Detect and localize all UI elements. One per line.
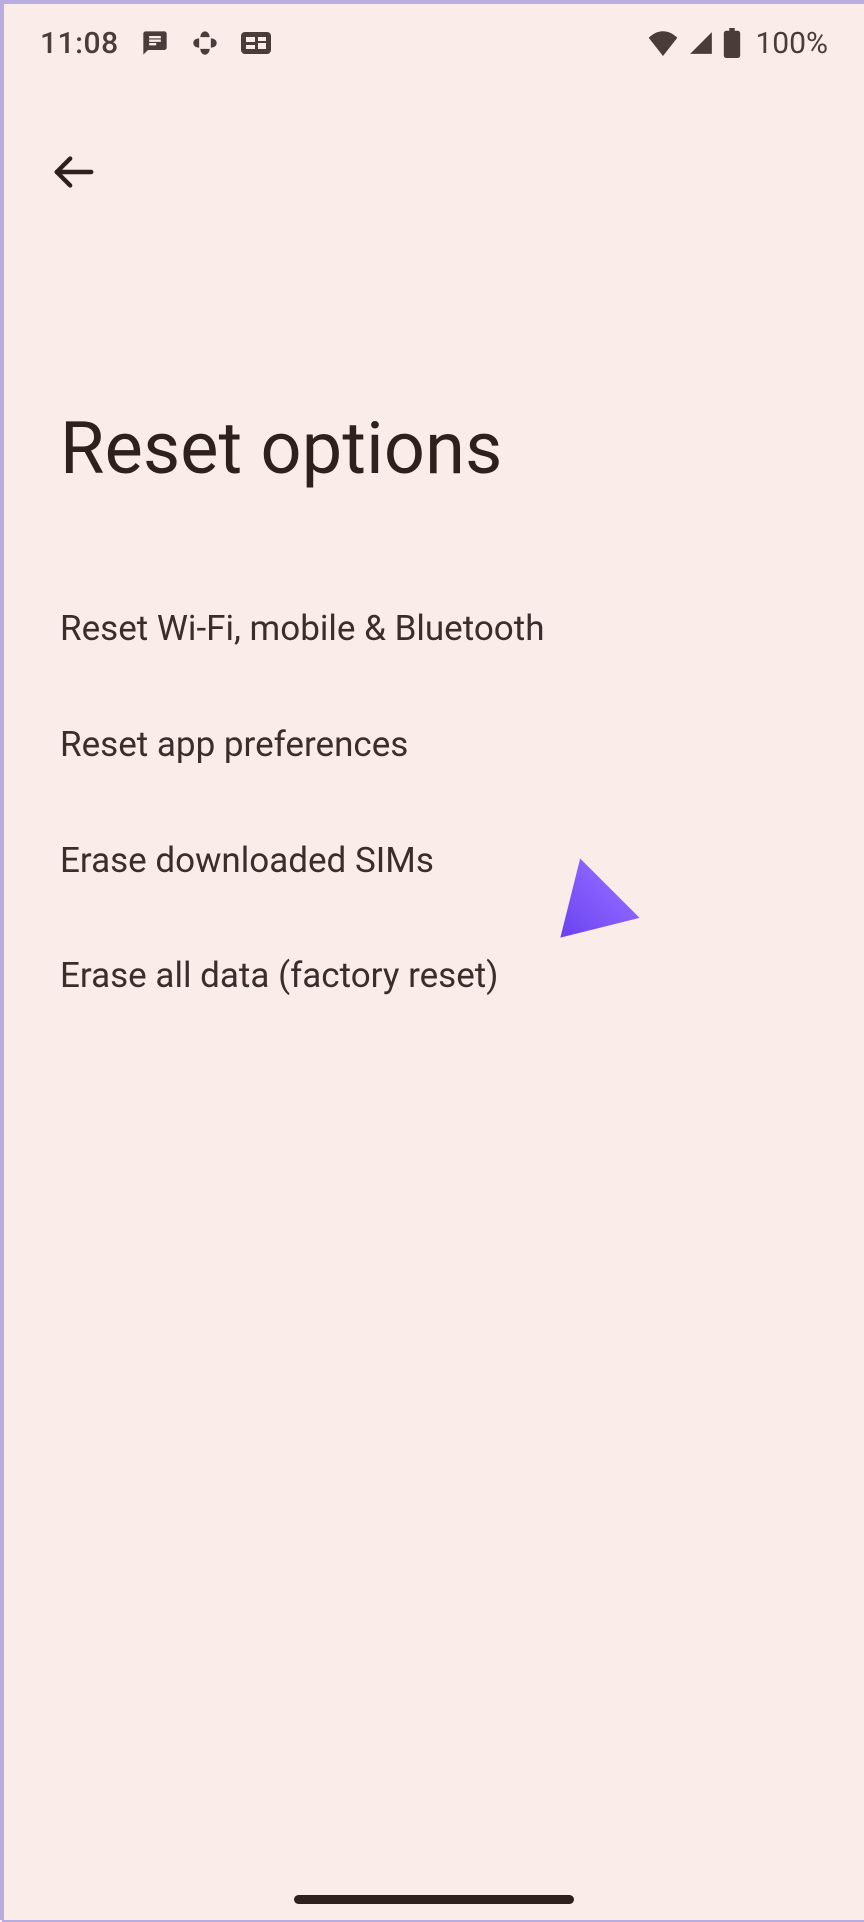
news-notification-icon (241, 32, 271, 54)
message-notification-icon (141, 29, 169, 57)
page-title: Reset options (4, 206, 864, 571)
gesture-nav-bar[interactable] (4, 1895, 864, 1904)
option-label: Reset app preferences (60, 724, 408, 765)
status-bar-left: 11:08 (40, 26, 271, 61)
status-time: 11:08 (40, 26, 119, 61)
arrow-back-icon (51, 149, 97, 199)
back-button[interactable] (42, 142, 106, 206)
option-erase-all-data-factory-reset[interactable]: Erase all data (factory reset) (4, 918, 864, 1034)
option-label: Reset Wi-Fi, mobile & Bluetooth (60, 608, 545, 649)
cellular-signal-icon (687, 30, 715, 56)
gesture-bar-pill (294, 1895, 574, 1904)
option-erase-downloaded-sims[interactable]: Erase downloaded SIMs (4, 803, 864, 919)
option-reset-app-preferences[interactable]: Reset app preferences (4, 687, 864, 803)
reset-options-list: Reset Wi-Fi, mobile & Bluetooth Reset ap… (4, 571, 864, 1034)
option-label: Erase all data (factory reset) (60, 955, 498, 996)
toolbar (4, 82, 864, 206)
photos-pinwheel-icon (191, 29, 219, 57)
wifi-icon (647, 30, 679, 56)
option-reset-wifi-mobile-bluetooth[interactable]: Reset Wi-Fi, mobile & Bluetooth (4, 571, 864, 687)
battery-percent: 100% (755, 26, 828, 61)
status-bar: 11:08 100% (4, 4, 864, 82)
battery-icon (723, 28, 741, 58)
status-bar-right: 100% (647, 26, 828, 61)
option-label: Erase downloaded SIMs (60, 840, 434, 881)
